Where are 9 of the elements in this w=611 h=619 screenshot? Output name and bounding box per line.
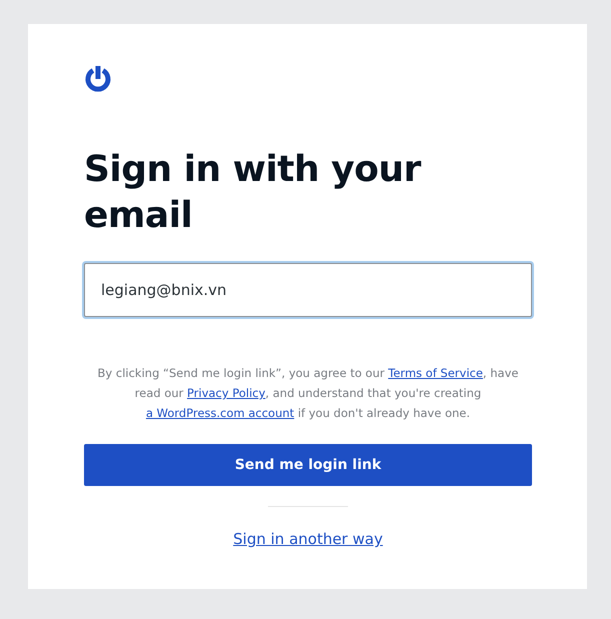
sign-in-another-way-link[interactable]: Sign in another way xyxy=(233,530,383,548)
terms-link[interactable]: a WordPress.com account xyxy=(146,406,294,420)
power-icon xyxy=(84,64,112,92)
send-link-button[interactable]: Send me login link xyxy=(84,444,532,486)
page-heading: Sign in with your email xyxy=(84,148,422,238)
terms-link[interactable]: Terms of Service xyxy=(388,366,483,380)
terms-link[interactable]: Privacy Policy xyxy=(187,386,266,400)
terms-notice: By clicking “Send me login link”, you agree to our Terms of Service, have read our Privacy Policy, and understand that you're creating a WordPress.com account if you don't already have one. xyxy=(96,365,520,422)
email-field[interactable]: legiang@bnix.vn xyxy=(84,263,532,317)
